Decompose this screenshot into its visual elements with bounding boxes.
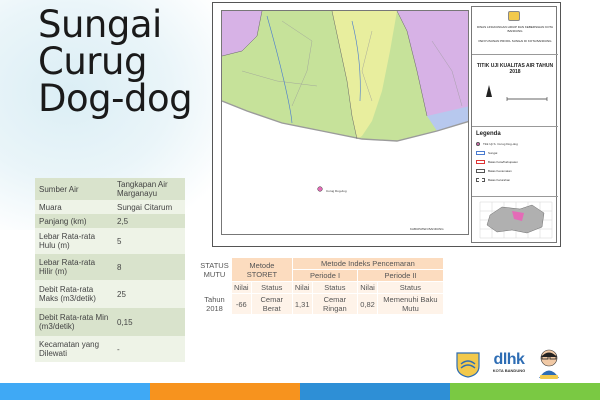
info-key: Kecamatan yang Dilewati [35, 336, 113, 362]
info-key: Sumber Air [35, 178, 113, 200]
info-key: Debit Rata-rata Min (m3/detik) [35, 308, 113, 336]
periode-1-header: Periode I [291, 269, 359, 282]
dlhk-logo: dlhk KOTA BANDUNG [490, 351, 528, 374]
page-title: Sungai Curug Dog-dog [38, 3, 193, 120]
dlhk-subtext: KOTA BANDUNG [492, 368, 526, 373]
map-caption: KABUPATEN BANDUNG [410, 227, 444, 231]
table-row: Lebar Rata-rata Hulu (m) 5 [35, 228, 185, 254]
info-value: 25 [113, 280, 185, 308]
p1-nilai: 1,31 [291, 293, 313, 315]
info-value: 2,5 [113, 214, 185, 228]
table-row: Muara Sungai Citarum [35, 200, 185, 214]
legend-org: DINAS LINGKUNGAN HIDUP DAN KEBERSIHAN KO… [476, 25, 554, 33]
p2-nilai: 0,82 [357, 293, 378, 315]
p2-status: Memenuhi Baku Mutu [376, 293, 445, 315]
title-line-3: Dog-dog [38, 77, 193, 120]
title-line-1: Sungai [38, 3, 162, 46]
map-panel: Curug Dog-dog KABUPATEN BANDUNG DINAS LI… [212, 2, 561, 247]
table-row: Tahun 2018 -66 Cemar Berat 1,31 Cemar Ri… [197, 293, 445, 315]
mascot-avatar [535, 348, 563, 385]
legend-header: DINAS LINGKUNGAN HIDUP DAN KEBERSIHAN KO… [472, 7, 558, 55]
city-crest-logo: KOTA BANDUNG [455, 350, 481, 387]
info-value: Sungai Citarum [113, 200, 185, 214]
year-cell: Tahun 2018 [197, 293, 232, 315]
ip-header: Metode Indeks Pencemaran [291, 257, 445, 270]
table-row: Panjang (km) 2,5 [35, 214, 185, 228]
legend-item: Batas Kelurahan [476, 178, 510, 182]
storet-status: Cemar Berat [250, 293, 293, 315]
nilai-header: Nilai [357, 281, 378, 294]
legend-item: Titik Uji S. Curug Dog-dog [476, 142, 518, 146]
info-key: Lebar Rata-rata Hulu (m) [35, 228, 113, 254]
legend-heading: Legenda [476, 131, 501, 137]
mascot-icon [539, 349, 559, 379]
status-header: Status [250, 281, 293, 294]
info-value: 0,15 [113, 308, 185, 336]
table-row: Debit Rata-rata Maks (m3/detik) 25 [35, 280, 185, 308]
status-mutu-table: STATUS MUTU Metode STORET Metode Indeks … [197, 257, 445, 315]
map-area: Curug Dog-dog KABUPATEN BANDUNG [221, 10, 469, 235]
storet-header: Metode STORET [231, 257, 293, 282]
map-graphic [222, 11, 468, 192]
nilai-header: Nilai [291, 281, 313, 294]
info-value: 8 [113, 254, 185, 280]
inset-map-graphic [479, 201, 553, 239]
dlhk-text: dlhk [493, 351, 525, 368]
status-header: Status [376, 281, 445, 294]
district-swatch-icon [476, 169, 485, 173]
crest-icon [508, 11, 520, 21]
info-value: Tangkapan Air Marganayu [113, 178, 185, 200]
legend-item: Batas Kota/Kabupaten [476, 160, 518, 164]
legend-project: PENYUSUNAN PROFIL SUNGAI DI KOTA BANDUNG [478, 39, 552, 43]
sampling-point-label: Curug Dog-dog [326, 189, 347, 193]
storet-nilai: -66 [231, 293, 252, 315]
status-header: Status [311, 281, 359, 294]
nilai-header: Nilai [231, 281, 252, 294]
bottom-bar-darkblue [300, 383, 450, 400]
info-value: 5 [113, 228, 185, 254]
crest-icon [456, 352, 480, 378]
legend-item: Batas Kecamatan [476, 169, 512, 173]
city-boundary-swatch-icon [476, 160, 485, 164]
info-key: Debit Rata-rata Maks (m3/detik) [35, 280, 113, 308]
p1-status: Cemar Ringan [311, 293, 359, 315]
table-row: Kecamatan yang Dilewati - [35, 336, 185, 362]
periode-2-header: Periode II [357, 269, 444, 282]
sampling-point-icon[interactable] [317, 186, 323, 192]
info-key: Lebar Rata-rata Hilir (m) [35, 254, 113, 280]
info-key: Panjang (km) [35, 214, 113, 228]
legend-title: TITIK UJI KUALITAS AIR TAHUN 2018 [476, 63, 554, 75]
bottom-bar-green [450, 383, 600, 400]
inset-map-box [472, 197, 558, 244]
map-legend: DINAS LINGKUNGAN HIDUP DAN KEBERSIHAN KO… [471, 6, 558, 244]
table-row: Nilai Status Nilai Status Nilai Status [197, 281, 445, 294]
point-swatch-icon [476, 142, 480, 146]
river-info-table: Sumber Air Tangkapan Air Marganayu Muara S… [35, 178, 185, 362]
info-key: Muara [35, 200, 113, 214]
legend-items-box: Legenda Titik Uji S. Curug Dog-dog Sunga… [472, 127, 558, 197]
north-arrow-icon [486, 85, 548, 101]
table-row: Lebar Rata-rata Hilir (m) 8 [35, 254, 185, 280]
legend-title-box: TITIK UJI KUALITAS AIR TAHUN 2018 [472, 55, 558, 127]
title-line-2: Curug [38, 40, 147, 83]
table-row: Debit Rata-rata Min (m3/detik) 0,15 [35, 308, 185, 336]
table-row: Sumber Air Tangkapan Air Marganayu [35, 178, 185, 200]
info-value: - [113, 336, 185, 362]
legend-item: Sungai [476, 151, 497, 155]
river-swatch-icon [476, 151, 485, 155]
status-mutu-header: STATUS MUTU [197, 257, 232, 282]
table-row: STATUS MUTU Metode STORET Metode Indeks … [197, 257, 445, 282]
village-swatch-icon [476, 178, 485, 182]
bottom-bar-blue [0, 383, 150, 400]
bottom-bar-orange [150, 383, 300, 400]
